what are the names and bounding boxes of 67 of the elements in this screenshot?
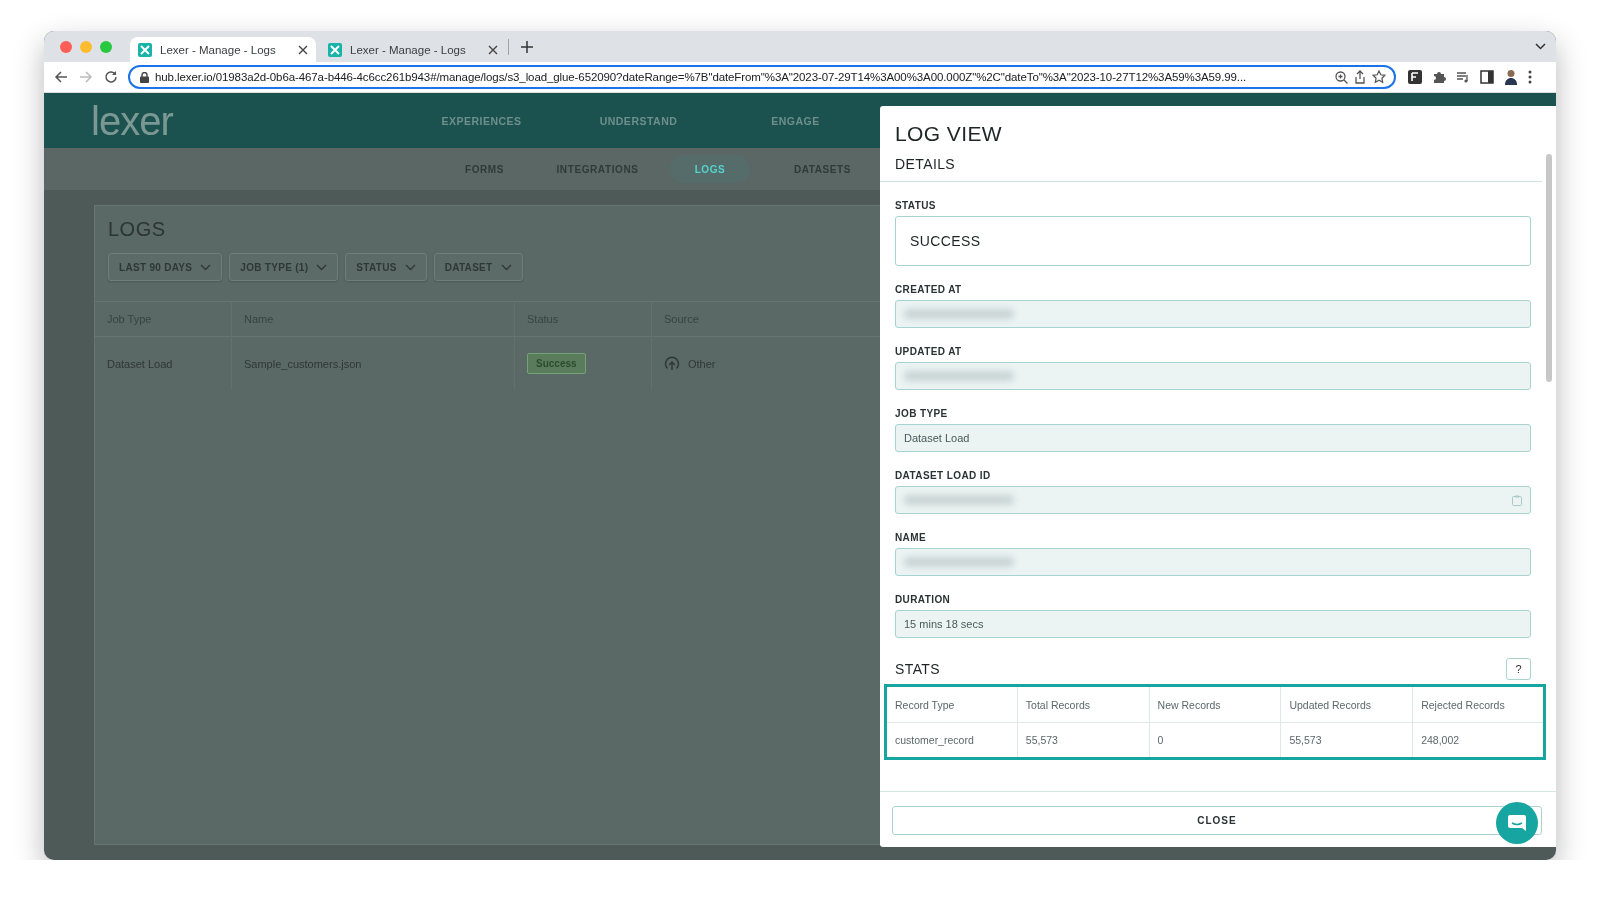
extension-icon[interactable] (1408, 70, 1422, 84)
table-cell: 248,002 (1412, 722, 1545, 759)
url-text: hub.lexer.io/01983a2d-0b6a-467a-b446-4c6cc261b943#/manage/logs/s3_load_glue-652090?dateRange=%7B"dateFrom"%3A"2023-07-29T14%3A00%3A00.000Z"%2C"dateTo"%3A"2023-10-27T12%3A59%3A59.99... (155, 71, 1248, 83)
close-icon[interactable] (488, 44, 498, 55)
upload-circle-icon (664, 355, 680, 372)
input-field[interactable]: Dataset Load (895, 424, 1531, 452)
chevron-down-icon (200, 263, 212, 271)
chat-button[interactable] (1496, 802, 1538, 844)
address-bar[interactable]: hub.lexer.io/01983a2d-0b6a-467a-b446-4c6cc261b943#/manage/logs/s3_load_glue-652090?dateRange=%7B"dateFrom"%3A"2023-07-29T14%3A00%3A00.000Z"%2C"dateTo"%3A"2023-10-27T12%3A59%3A59.99... (128, 65, 1396, 89)
column-header: New Records (1149, 685, 1281, 723)
browser-tab[interactable]: Lexer - Manage - Logs (130, 37, 316, 62)
playlist-icon[interactable] (1456, 70, 1470, 84)
new-tab-icon[interactable] (521, 40, 533, 53)
field-label: STATUS (895, 200, 937, 211)
chevron-down-icon (316, 263, 328, 271)
column-header: Total Records (1017, 685, 1150, 723)
input-field[interactable] (895, 486, 1531, 514)
help-button[interactable]: ? (1506, 658, 1531, 680)
x-logo-icon (328, 42, 342, 57)
share-icon[interactable] (1354, 70, 1366, 84)
nav-link[interactable]: ENGAGE (717, 114, 874, 127)
status-field: SUCCESS (895, 216, 1531, 266)
reload-icon[interactable] (104, 70, 118, 84)
input-field[interactable]: 15 mins 18 secs (895, 610, 1531, 638)
back-icon[interactable] (54, 70, 68, 84)
field-label: JOB TYPE (895, 408, 949, 419)
chevron-down-icon[interactable] (1535, 43, 1546, 50)
column-header: Record Type (885, 685, 1018, 723)
field-label: DATASET LOAD ID (895, 470, 992, 481)
tab-title: Lexer - Manage - Logs (160, 43, 277, 56)
clipboard-icon[interactable] (1512, 494, 1522, 506)
table-cell: 55,573 (1017, 722, 1150, 759)
column-header: Rejected Records (1412, 685, 1545, 723)
panel-title: LOG VIEW (894, 121, 1004, 146)
star-icon[interactable] (1372, 70, 1386, 84)
x-logo-icon (138, 42, 152, 57)
close-button[interactable]: CLOSE (892, 806, 1542, 835)
chat-icon (1507, 813, 1527, 833)
scrollbar[interactable] (1546, 154, 1552, 382)
nav-link[interactable]: EXPERIENCES (403, 114, 560, 127)
more-menu-icon[interactable] (1528, 70, 1532, 84)
input-field[interactable] (895, 548, 1531, 576)
field-label: NAME (895, 532, 928, 543)
chevron-down-icon (500, 263, 512, 271)
table-cell: 55,573 (1280, 722, 1413, 759)
table-cell: customer_record (885, 722, 1018, 759)
chevron-down-icon (404, 263, 416, 271)
tab-title: Lexer - Manage - Logs (350, 43, 467, 56)
lock-icon (140, 71, 149, 83)
nav-link[interactable]: UNDERSTAND (560, 114, 717, 127)
profile-avatar-icon[interactable] (1504, 69, 1518, 85)
lexer-logo[interactable]: lexer (91, 100, 213, 141)
field-label: CREATED AT (895, 284, 963, 295)
subnav-tab[interactable]: LOGS (670, 155, 750, 183)
input-field[interactable] (895, 362, 1531, 390)
side-panel-icon[interactable] (1480, 70, 1494, 84)
browser-tab[interactable]: Lexer - Manage - Logs (320, 37, 506, 62)
section-heading: DETAILS (880, 152, 1542, 182)
zoom-icon[interactable] (1335, 70, 1348, 84)
field-label: UPDATED AT (895, 346, 963, 357)
input-field[interactable] (895, 300, 1531, 328)
close-icon[interactable] (298, 44, 308, 55)
field-label: DURATION (895, 594, 952, 605)
puzzle-icon[interactable] (1432, 70, 1446, 84)
section-heading: STATS (895, 661, 941, 677)
table-cell: 0 (1149, 722, 1281, 759)
column-header: Updated Records (1280, 685, 1413, 723)
